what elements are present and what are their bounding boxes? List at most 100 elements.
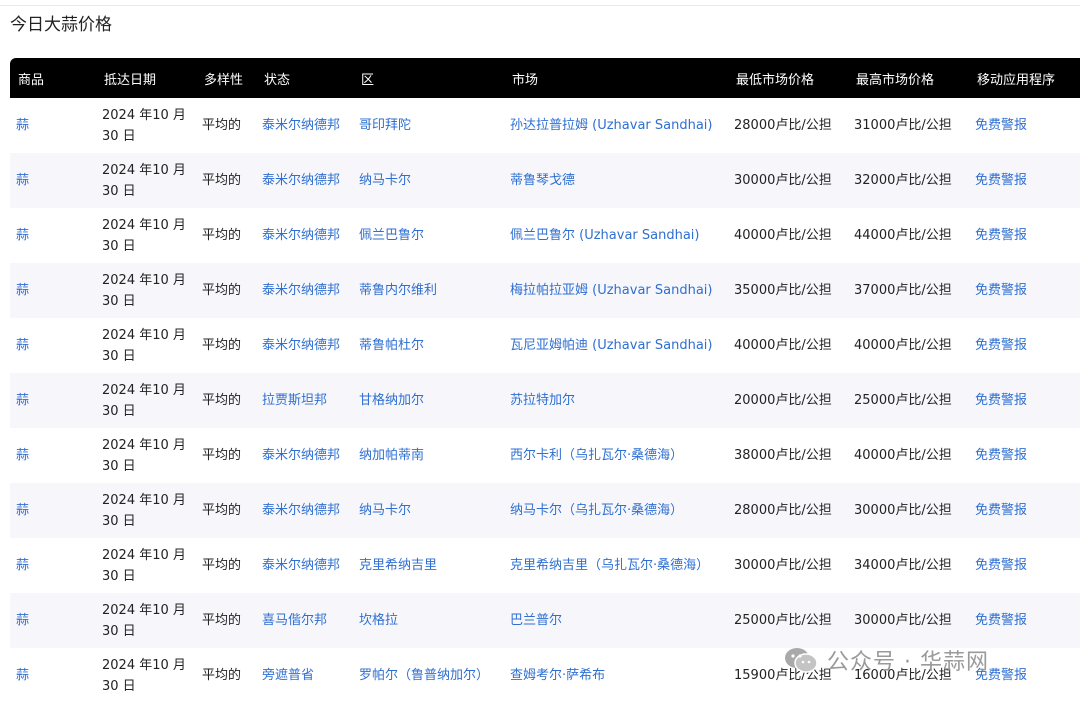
district-link[interactable]: 纳马卡尔 [353,153,504,208]
top-divider [0,5,1080,6]
arrival-date: 2024 年10 月30 日 [102,602,186,639]
commodity-link[interactable]: 蒜 [10,263,96,318]
arrival-date: 2024 年10 月30 日 [102,547,186,584]
state-link[interactable]: 泰米尔纳德邦 [256,428,353,483]
commodity-link[interactable]: 蒜 [10,483,96,538]
max-price: 40000卢比/公担 [854,448,952,463]
district-link[interactable]: 佩兰巴鲁尔 [353,208,504,263]
market-link[interactable]: 西尔卡利（乌扎瓦尔·桑德海） [504,428,728,483]
commodity-link[interactable]: 蒜 [10,208,96,263]
max-price: 37000卢比/公担 [854,283,952,298]
min-price: 20000卢比/公担 [734,393,832,408]
state-link[interactable]: 泰米尔纳德邦 [256,98,353,153]
table-row: 蒜 2024 年10 月30 日 平均的 喜马偕尔邦 坎格拉 巴兰普尔 25000卢比/公担… [10,593,1080,648]
state-link[interactable]: 泰米尔纳德邦 [256,208,353,263]
market-link[interactable]: 查姆考尔·萨希布 [504,648,728,702]
commodity-link[interactable]: 蒜 [10,593,96,648]
max-price: 32000卢比/公担 [854,173,952,188]
max-price: 44000卢比/公担 [854,228,952,243]
header-state: 状态 [264,72,291,88]
district-link[interactable]: 甘格纳加尔 [353,373,504,428]
variety: 平均的 [202,668,242,683]
district-link[interactable]: 罗帕尔（鲁普纳加尔） [353,648,504,702]
commodity-link[interactable]: 蒜 [10,318,96,373]
max-price: 30000卢比/公担 [854,613,952,628]
commodity-link[interactable]: 蒜 [10,153,96,208]
market-link[interactable]: 苏拉特加尔 [504,373,728,428]
market-link[interactable]: 蒂鲁琴戈德 [504,153,728,208]
state-link[interactable]: 旁遮普省 [256,648,353,702]
market-link[interactable]: 孙达拉普拉姆 (Uzhavar Sandhai) [504,98,728,153]
table-row: 蒜 2024 年10 月30 日 平均的 泰米尔纳德邦 纳马卡尔 蒂鲁琴戈德 30000卢比… [10,153,1080,208]
district-link[interactable]: 纳加帕蒂南 [353,428,504,483]
district-link[interactable]: 蒂鲁帕杜尔 [353,318,504,373]
header-variety: 多样性 [204,72,244,88]
market-link[interactable]: 梅拉帕拉亚姆 (Uzhavar Sandhai) [504,263,728,318]
state-link[interactable]: 喜马偕尔邦 [256,593,353,648]
max-price: 16000卢比/公担 [854,668,952,683]
header-commodity: 商品 [18,72,45,88]
variety: 平均的 [202,503,242,518]
free-alert-link[interactable]: 免费警报 [969,263,1080,318]
district-link[interactable]: 克里希纳吉里 [353,538,504,593]
variety: 平均的 [202,118,242,133]
price-table-container: 商品 抵达日期 多样性 状态 区 市场 最低市场价格 最高市场价格 移动应用程序… [10,58,1080,702]
state-link[interactable]: 泰米尔纳德邦 [256,318,353,373]
min-price: 30000卢比/公担 [734,173,832,188]
arrival-date: 2024 年10 月30 日 [102,107,186,144]
arrival-date: 2024 年10 月30 日 [102,382,186,419]
district-link[interactable]: 哥印拜陀 [353,98,504,153]
free-alert-link[interactable]: 免费警报 [969,648,1080,702]
arrival-date: 2024 年10 月30 日 [102,492,186,529]
min-price: 38000卢比/公担 [734,448,832,463]
market-link[interactable]: 巴兰普尔 [504,593,728,648]
variety: 平均的 [202,393,242,408]
variety: 平均的 [202,228,242,243]
state-link[interactable]: 泰米尔纳德邦 [256,263,353,318]
commodity-link[interactable]: 蒜 [10,373,96,428]
free-alert-link[interactable]: 免费警报 [969,593,1080,648]
district-link[interactable]: 坎格拉 [353,593,504,648]
free-alert-link[interactable]: 免费警报 [969,483,1080,538]
state-link[interactable]: 拉贾斯坦邦 [256,373,353,428]
free-alert-link[interactable]: 免费警报 [969,538,1080,593]
district-link[interactable]: 蒂鲁内尔维利 [353,263,504,318]
commodity-link[interactable]: 蒜 [10,428,96,483]
commodity-link[interactable]: 蒜 [10,538,96,593]
free-alert-link[interactable]: 免费警报 [969,428,1080,483]
free-alert-link[interactable]: 免费警报 [969,318,1080,373]
state-link[interactable]: 泰米尔纳德邦 [256,153,353,208]
commodity-link[interactable]: 蒜 [10,98,96,153]
max-price: 34000卢比/公担 [854,558,952,573]
table-row: 蒜 2024 年10 月30 日 平均的 泰米尔纳德邦 纳马卡尔 纳马卡尔（乌扎瓦尔·桑德… [10,483,1080,538]
market-link[interactable]: 佩兰巴鲁尔 (Uzhavar Sandhai) [504,208,728,263]
district-link[interactable]: 纳马卡尔 [353,483,504,538]
page-title: 今日大蒜价格 [10,15,112,35]
variety: 平均的 [202,558,242,573]
variety: 平均的 [202,283,242,298]
header-market: 市场 [512,72,539,88]
variety: 平均的 [202,448,242,463]
free-alert-link[interactable]: 免费警报 [969,153,1080,208]
variety: 平均的 [202,173,242,188]
header-min-price: 最低市场价格 [736,72,815,88]
table-header-row: 商品 抵达日期 多样性 状态 区 市场 最低市场价格 最高市场价格 移动应用程序 [10,58,1080,98]
market-link[interactable]: 瓦尼亚姆帕迪 (Uzhavar Sandhai) [504,318,728,373]
free-alert-link[interactable]: 免费警报 [969,98,1080,153]
min-price: 15900卢比/公担 [734,668,832,683]
free-alert-link[interactable]: 免费警报 [969,373,1080,428]
market-link[interactable]: 纳马卡尔（乌扎瓦尔·桑德海） [504,483,728,538]
min-price: 28000卢比/公担 [734,503,832,518]
market-link[interactable]: 克里希纳吉里（乌扎瓦尔·桑德海） [504,538,728,593]
free-alert-link[interactable]: 免费警报 [969,208,1080,263]
header-mobile-app: 移动应用程序 [977,72,1056,88]
commodity-link[interactable]: 蒜 [10,648,96,702]
variety: 平均的 [202,338,242,353]
max-price: 31000卢比/公担 [854,118,952,133]
min-price: 25000卢比/公担 [734,613,832,628]
state-link[interactable]: 泰米尔纳德邦 [256,483,353,538]
table-row: 蒜 2024 年10 月30 日 平均的 泰米尔纳德邦 克里希纳吉里 克里希纳吉里（乌扎瓦… [10,538,1080,593]
min-price: 30000卢比/公担 [734,558,832,573]
state-link[interactable]: 泰米尔纳德邦 [256,538,353,593]
table-row: 蒜 2024 年10 月30 日 平均的 拉贾斯坦邦 甘格纳加尔 苏拉特加尔 20000卢比… [10,373,1080,428]
